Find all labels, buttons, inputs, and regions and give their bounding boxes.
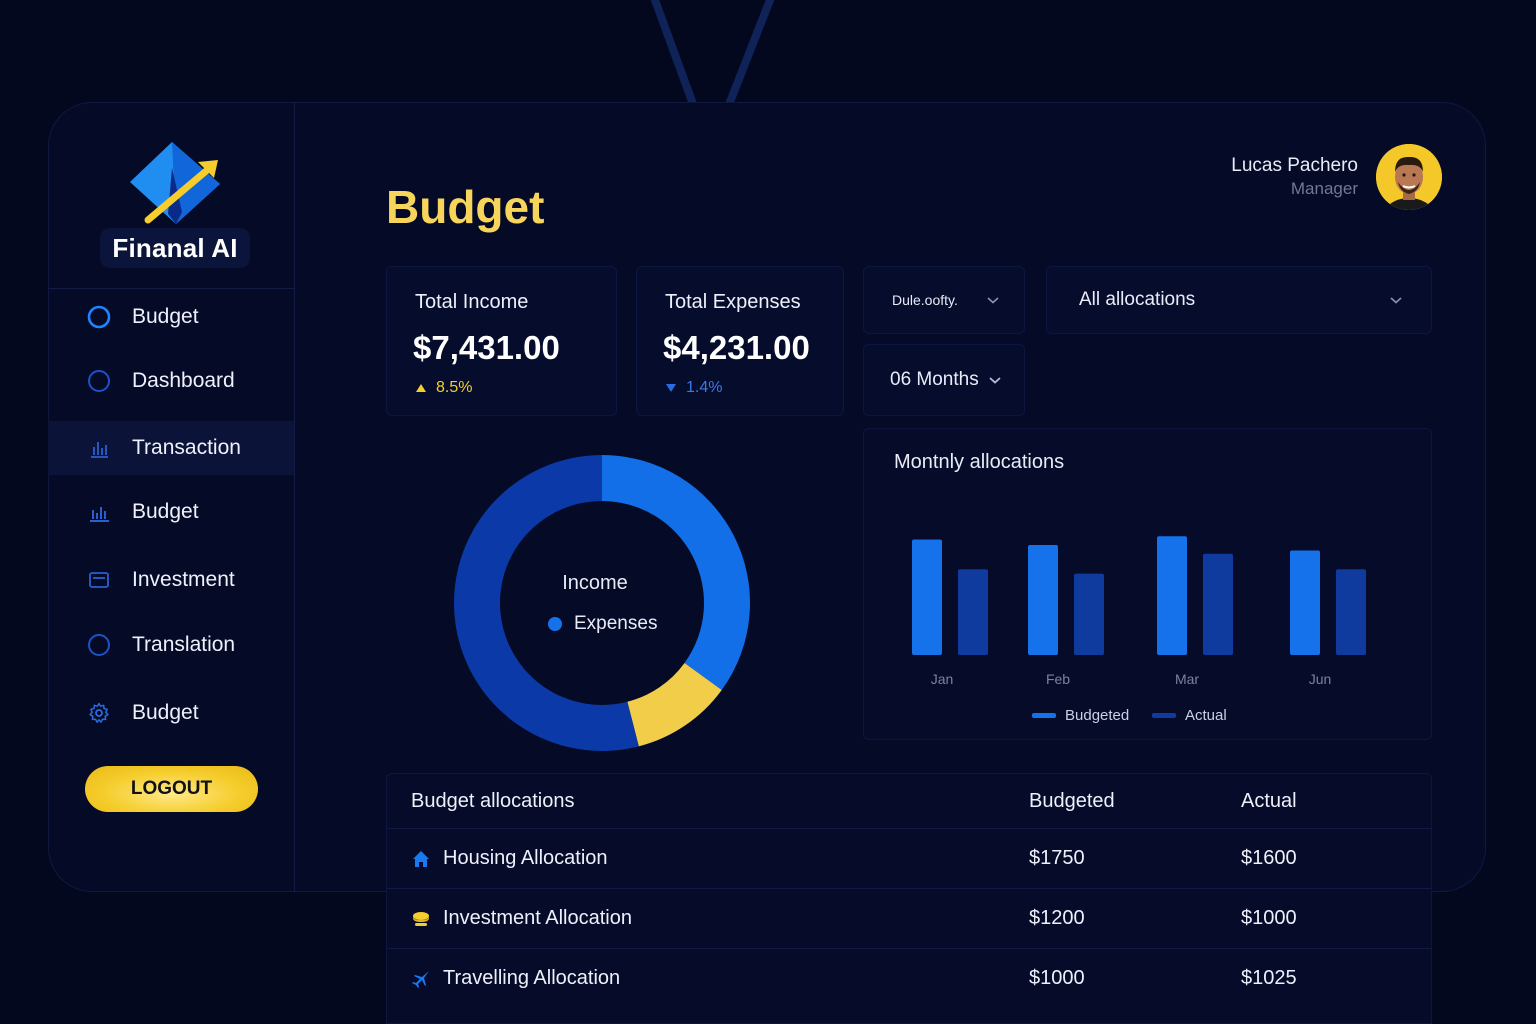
- sidebar-item-label: Translation: [132, 633, 236, 656]
- row-name: Housing Allocation: [443, 847, 608, 869]
- bar-budgeted-jan: [912, 539, 942, 655]
- bar-actual-jan: [958, 569, 988, 655]
- sidebar-item-label: Dashboard: [132, 369, 235, 392]
- house-icon: [413, 851, 429, 867]
- chevron-down-icon: [989, 377, 1001, 384]
- arrow-down-icon: [666, 384, 676, 392]
- sidebar-item-label: Budget: [132, 500, 199, 523]
- logo-icon: [130, 142, 220, 224]
- row-budgeted: $1200: [1029, 907, 1085, 929]
- sidebar-item-label: Transaction: [132, 436, 241, 459]
- income-donut-chart: Income Expenses: [452, 455, 752, 755]
- circle-icon: [86, 632, 112, 658]
- bar-budgeted-jun: [1290, 550, 1320, 655]
- range-select-value: 06 Months: [890, 369, 979, 390]
- x-tick-label: Feb: [1046, 671, 1070, 687]
- delta-value: 1.4%: [686, 379, 723, 396]
- row-actual: $1600: [1241, 847, 1297, 869]
- donut-legend-label: Expenses: [574, 613, 658, 634]
- row-name: Investment Allocation: [443, 907, 632, 929]
- sidebar-item-investment[interactable]: Investment: [48, 553, 294, 607]
- total-expenses-card: Total Expenses $4,231.00 1.4%: [636, 266, 844, 416]
- circle-icon: [86, 304, 112, 330]
- brand-name: Finanal AI: [100, 228, 250, 268]
- stat-title: Total Expenses: [665, 291, 801, 313]
- legend-swatch: [1032, 713, 1056, 718]
- bar-chart-svg: Jan Feb Mar Jun: [912, 536, 1366, 687]
- x-tick-label: Mar: [1175, 671, 1199, 687]
- sidebar-item-budget-settings[interactable]: Budget: [48, 686, 294, 740]
- stat-delta: 8.5%: [415, 379, 472, 397]
- table-header-budgeted: Budgeted: [1029, 790, 1115, 812]
- logout-button[interactable]: LOGOUT: [85, 766, 258, 812]
- chevron-down-icon: [1390, 297, 1402, 304]
- sidebar-item-transaction[interactable]: Transaction: [48, 421, 294, 475]
- legend-label: Budgeted: [1065, 707, 1130, 724]
- table-header-actual: Actual: [1241, 790, 1297, 812]
- chevron-down-icon: [987, 297, 999, 304]
- donut-center-title: Income: [562, 572, 628, 594]
- period-select-value: Dule.oofty.: [892, 292, 958, 308]
- table-row[interactable]: Travelling Allocation $1000 $1025: [387, 948, 1431, 1008]
- legend-label: Actual: [1185, 707, 1227, 724]
- user-name: Lucas Pachero: [1231, 155, 1358, 176]
- card-icon: [86, 567, 112, 593]
- allocation-select[interactable]: All allocations: [1046, 266, 1432, 334]
- donut-svg: [454, 455, 750, 751]
- bar-chart-icon: [86, 435, 112, 461]
- row-name: Travelling Allocation: [443, 967, 621, 989]
- legend-dot-icon: [548, 617, 562, 631]
- profile-text: Lucas Pachero Manager: [1231, 155, 1358, 199]
- table-row[interactable]: Investment Allocation $1200 $1000: [387, 888, 1431, 948]
- bar-chart-icon: [86, 499, 112, 525]
- stat-value: $7,431.00: [413, 329, 560, 366]
- sidebar-item-label: Investment: [132, 568, 235, 591]
- row-actual: $1000: [1241, 907, 1297, 929]
- row-budgeted: $1000: [1029, 967, 1085, 989]
- budget-allocations-table: Budget allocations Budgeted Actual Housi…: [386, 773, 1432, 1024]
- table-row[interactable]: Housing Allocation $1750 $1600: [387, 828, 1431, 888]
- brand: Finanal AI: [100, 142, 250, 270]
- stat-delta: 1.4%: [665, 379, 722, 397]
- legend-item-budgeted: Budgeted: [1032, 707, 1129, 724]
- gear-icon: [86, 700, 112, 726]
- legend-swatch: [1152, 713, 1176, 718]
- donut-center-legend: Expenses: [548, 613, 657, 635]
- sidebar: Finanal AI Budget Dashboard Transaction …: [48, 102, 295, 892]
- user-role: Manager: [1290, 179, 1358, 198]
- x-tick-label: Jun: [1309, 671, 1332, 687]
- stat-value: $4,231.00: [663, 329, 810, 366]
- plane-icon: [412, 971, 429, 988]
- sidebar-item-translation[interactable]: Translation: [48, 618, 294, 672]
- allocation-select-value: All allocations: [1079, 289, 1196, 310]
- arrow-up-icon: [416, 384, 426, 392]
- sidebar-item-label: Budget: [132, 701, 199, 724]
- row-actual: $1025: [1241, 967, 1297, 989]
- bar-budgeted-mar: [1157, 536, 1187, 655]
- bar-actual-feb: [1074, 573, 1104, 655]
- table-header-name: Budget allocations: [411, 790, 575, 812]
- sidebar-item-label: Budget: [132, 305, 199, 328]
- legend-item-actual: Actual: [1152, 707, 1227, 724]
- bar-actual-jun: [1336, 569, 1366, 655]
- sidebar-item-budget-2[interactable]: Budget: [48, 485, 294, 539]
- monthly-allocations-chart: Montnly allocations Jan Feb Mar Jun Budgete…: [863, 428, 1432, 740]
- page-title: Budget: [386, 181, 545, 233]
- sidebar-item-dashboard[interactable]: Dashboard: [48, 354, 294, 408]
- delta-value: 8.5%: [436, 379, 473, 396]
- sidebar-item-budget[interactable]: Budget: [48, 290, 294, 344]
- sidebar-divider: [48, 288, 294, 289]
- x-tick-label: Jan: [931, 671, 954, 687]
- user-profile[interactable]: Lucas Pachero Manager: [1231, 144, 1442, 210]
- circle-icon: [86, 368, 112, 394]
- stat-title: Total Income: [415, 291, 529, 313]
- bar-actual-mar: [1203, 553, 1233, 655]
- avatar[interactable]: [1376, 144, 1442, 210]
- period-select[interactable]: Dule.oofty.: [863, 266, 1025, 334]
- row-budgeted: $1750: [1029, 847, 1085, 869]
- coins-icon: [413, 912, 429, 926]
- total-income-card: Total Income $7,431.00 8.5%: [386, 266, 617, 416]
- range-select[interactable]: 06 Months: [863, 344, 1025, 416]
- bar-budgeted-feb: [1028, 545, 1058, 655]
